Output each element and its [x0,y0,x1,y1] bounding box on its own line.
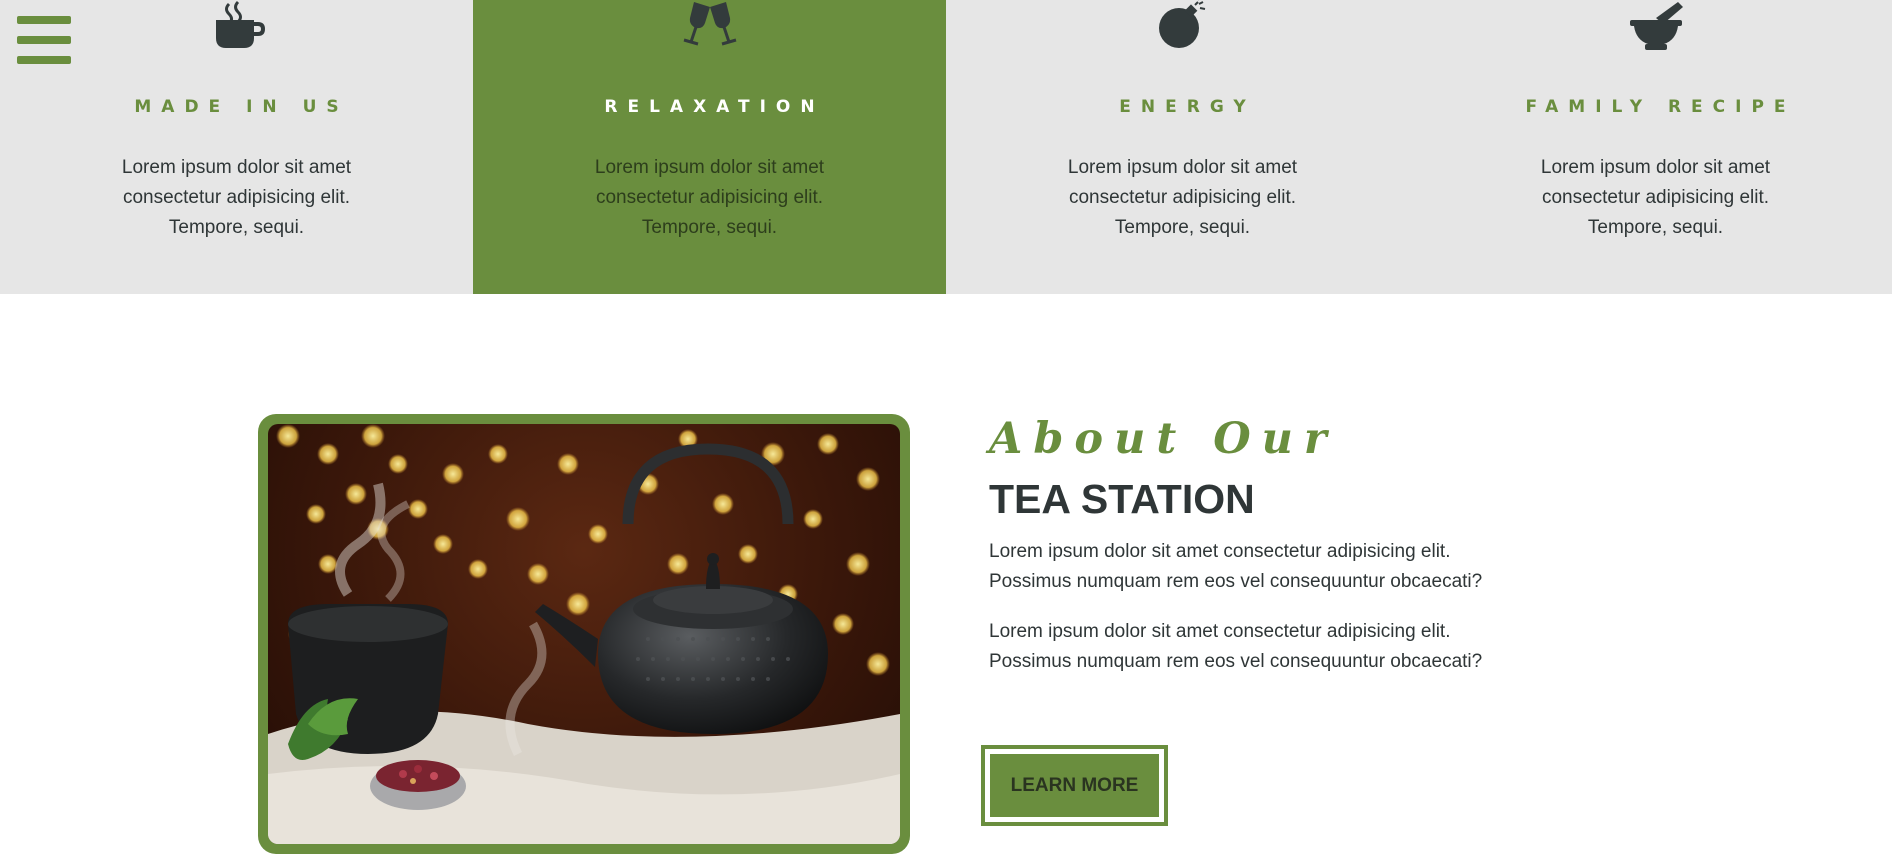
about-title: TEA STATION [989,476,1255,522]
about-image-frame [258,414,910,854]
mortar-pestle-icon [1629,2,1683,50]
feature-text: Lorem ipsum dolor sit amet consectetur a… [1540,157,1771,238]
glass-cheers-icon [683,2,736,46]
about-paragraph: Lorem ipsum dolor sit amet consectetur a… [989,621,1483,672]
feature-title: ENERGY [1119,97,1256,117]
feature-relaxation: RELAXATION Lorem ipsum dolor sit amet co… [473,0,946,294]
feature-family-recipe: FAMILY RECIPE Lorem ipsum dolor sit amet… [1419,0,1892,294]
coffee-cup-icon [215,0,265,48]
bomb-icon [1158,0,1205,48]
about-paragraph: Lorem ipsum dolor sit amet consectetur a… [989,541,1483,592]
feature-energy: ENERGY Lorem ipsum dolor sit amet consec… [946,0,1419,294]
feature-title: MADE IN US [134,97,349,117]
tea-kettle-photo [268,424,900,844]
learn-more-button[interactable]: LEARN MORE [981,745,1168,826]
feature-text: Lorem ipsum dolor sit amet consectetur a… [121,157,352,238]
feature-text: Lorem ipsum dolor sit amet consectetur a… [1067,157,1298,238]
hamburger-menu-icon[interactable] [17,16,71,64]
features-band: MADE IN US Lorem ipsum dolor sit amet co… [0,0,1892,294]
tea-kettle-illustration [268,424,900,844]
about-script-heading: About Our [989,414,1338,464]
feature-text: Lorem ipsum dolor sit amet consectetur a… [594,157,825,238]
feature-title: RELAXATION [604,97,825,117]
feature-title: FAMILY RECIPE [1525,97,1796,117]
